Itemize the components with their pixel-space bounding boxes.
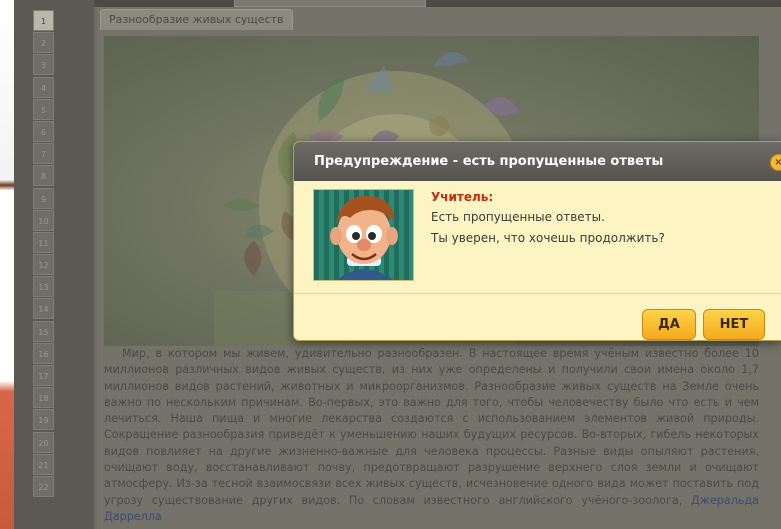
line-number[interactable]: 22 bbox=[33, 475, 54, 497]
line-number[interactable]: 17 bbox=[33, 365, 54, 386]
line-number[interactable]: 11 bbox=[33, 231, 54, 253]
message-line-2: Ты уверен, что хочешь продолжить? bbox=[431, 231, 665, 245]
left-panel bbox=[14, 0, 94, 529]
article-body: Мир, в котором мы живем, удивительно раз… bbox=[104, 347, 759, 507]
teacher-avatar bbox=[313, 189, 414, 281]
dialog-title: Предупреждение - есть пропущенные ответы bbox=[314, 154, 664, 169]
speaker-label: Учитель: bbox=[431, 190, 494, 204]
top-bar bbox=[94, 0, 781, 7]
dialog-divider bbox=[294, 293, 781, 294]
line-number[interactable]: 15 bbox=[33, 320, 54, 342]
no-button[interactable]: НЕТ bbox=[703, 309, 765, 340]
line-number[interactable]: 8 bbox=[33, 165, 54, 187]
document-tab[interactable]: Разнообразие живых существ bbox=[100, 9, 293, 30]
top-input-field[interactable] bbox=[234, 0, 426, 7]
line-number-list: 1 2 3 4 5 6 7 8 9 10 11 12 13 14 15 16 17 18 19 20 21 22 bbox=[33, 10, 54, 498]
line-number[interactable]: 19 bbox=[33, 409, 54, 431]
line-number[interactable]: 4 bbox=[33, 76, 54, 98]
teacher-face-icon bbox=[330, 196, 398, 280]
line-number[interactable]: 3 bbox=[33, 54, 54, 76]
article-text: Мир, в котором мы живем, удивительно раз… bbox=[104, 346, 759, 529]
line-number[interactable]: 7 bbox=[33, 143, 54, 165]
line-number[interactable]: 21 bbox=[33, 453, 54, 475]
dialog-header: Предупреждение - есть пропущенные ответы… bbox=[294, 142, 781, 181]
line-number[interactable]: 18 bbox=[33, 387, 54, 409]
yes-button[interactable]: ДА bbox=[642, 309, 696, 340]
warning-dialog: Предупреждение - есть пропущенные ответы… bbox=[293, 141, 781, 341]
close-icon[interactable]: × bbox=[770, 154, 781, 171]
line-number[interactable]: 12 bbox=[33, 254, 54, 276]
line-number[interactable]: 5 bbox=[33, 98, 54, 120]
line-number[interactable]: 13 bbox=[33, 276, 54, 298]
line-number[interactable]: 14 bbox=[33, 298, 54, 320]
line-number[interactable]: 2 bbox=[33, 32, 54, 54]
line-number[interactable]: 16 bbox=[33, 342, 54, 364]
line-number[interactable]: 1 bbox=[33, 10, 54, 31]
line-number[interactable]: 20 bbox=[33, 431, 54, 453]
line-number[interactable]: 6 bbox=[33, 120, 54, 142]
line-number[interactable]: 9 bbox=[33, 187, 54, 209]
line-number[interactable]: 10 bbox=[33, 209, 54, 231]
message-line-1: Есть пропущенные ответы. bbox=[431, 210, 605, 224]
